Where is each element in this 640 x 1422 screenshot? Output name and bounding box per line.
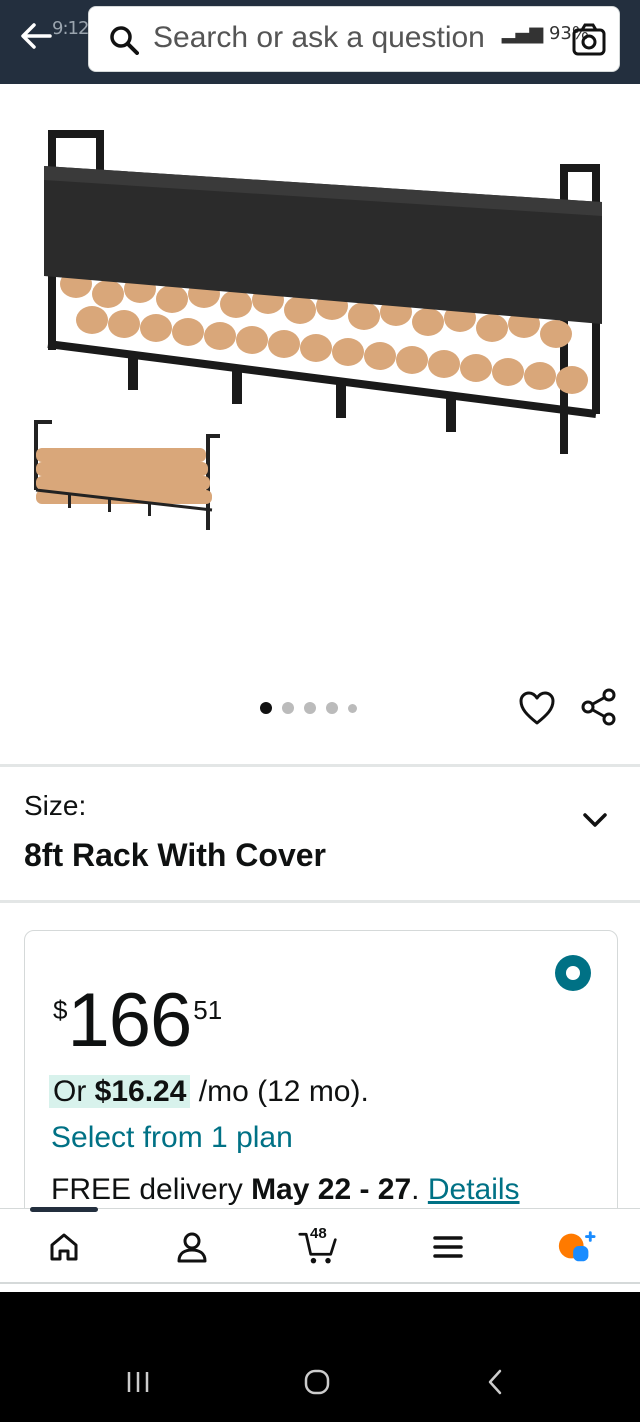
back-arrow-icon bbox=[21, 23, 52, 49]
search-icon bbox=[110, 26, 139, 55]
carousel-dot[interactable] bbox=[348, 703, 357, 713]
delivery-prefix: FREE delivery bbox=[51, 1173, 243, 1206]
signal-icon: ▂▄▆ bbox=[501, 23, 544, 44]
share-icon[interactable] bbox=[580, 688, 618, 726]
size-value: 8ft Rack With Cover bbox=[24, 837, 326, 873]
chevron-down-icon[interactable] bbox=[580, 806, 610, 834]
carousel-dot[interactable] bbox=[282, 702, 294, 714]
delivery-date: May 22 - 27 bbox=[251, 1173, 412, 1206]
rufus-icon bbox=[558, 1231, 596, 1262]
menu-icon bbox=[433, 1236, 463, 1258]
price-card[interactable]: $ 166 51 Or $16.24 /mo (12 mo). Select f… bbox=[24, 930, 618, 1230]
radio-dot bbox=[566, 966, 580, 980]
size-label: Size: bbox=[24, 790, 87, 821]
search-input[interactable]: Search or ask a question ▂▄▆ 93% bbox=[88, 6, 620, 72]
active-tab-indicator bbox=[30, 1207, 98, 1212]
installment-offer: Or $16.24 /mo (12 mo). bbox=[49, 1075, 369, 1109]
camera-icon[interactable] bbox=[571, 23, 607, 57]
account-icon bbox=[177, 1232, 207, 1263]
delivery-separator: . bbox=[411, 1173, 420, 1206]
carousel-dot[interactable] bbox=[260, 702, 272, 714]
product-image[interactable] bbox=[36, 124, 616, 464]
section-divider bbox=[0, 900, 640, 903]
carousel-dot[interactable] bbox=[326, 702, 338, 714]
heart-icon[interactable] bbox=[518, 690, 556, 726]
nav-home[interactable] bbox=[44, 1227, 84, 1267]
product-gallery[interactable] bbox=[0, 84, 640, 760]
recent-apps-button[interactable] bbox=[118, 1362, 158, 1402]
installment-term: /mo (12 mo). bbox=[198, 1075, 369, 1108]
home-circle-icon bbox=[304, 1369, 330, 1395]
nav-menu[interactable] bbox=[428, 1227, 468, 1267]
product-thumbnail[interactable] bbox=[28, 414, 228, 534]
installment-amount: $16.24 bbox=[94, 1075, 187, 1108]
bottom-navigation: 48 bbox=[0, 1207, 640, 1284]
price-whole: 166 bbox=[67, 978, 192, 1063]
installment-or: Or bbox=[53, 1075, 87, 1108]
delivery-info: FREE delivery May 22 - 27. Details bbox=[51, 1173, 520, 1207]
price: $ 166 51 bbox=[53, 981, 222, 1061]
section-divider bbox=[0, 764, 640, 767]
system-back-button[interactable] bbox=[476, 1362, 516, 1402]
home-system-button[interactable] bbox=[297, 1362, 337, 1402]
installment-highlight: Or $16.24 bbox=[49, 1075, 191, 1108]
system-navigation-bar bbox=[0, 1292, 640, 1422]
carousel-dot[interactable] bbox=[304, 702, 316, 714]
select-plan-link[interactable]: Select from 1 plan bbox=[51, 1121, 293, 1155]
search-placeholder: Search or ask a question bbox=[153, 21, 485, 54]
cart-count: 48 bbox=[310, 1225, 327, 1242]
price-currency: $ bbox=[53, 995, 68, 1025]
price-fraction: 51 bbox=[193, 995, 223, 1025]
status-time: 9:12 bbox=[52, 18, 89, 39]
nav-rufus[interactable] bbox=[556, 1227, 596, 1267]
nav-account[interactable] bbox=[172, 1227, 212, 1267]
recent-apps-icon bbox=[127, 1372, 149, 1392]
purchase-option-radio[interactable] bbox=[555, 955, 591, 991]
top-bar: 9:12 Search or ask a question ▂▄▆ 93% bbox=[0, 0, 640, 84]
chevron-left-icon bbox=[488, 1369, 502, 1395]
image-carousel-dots[interactable] bbox=[260, 702, 357, 714]
home-icon bbox=[50, 1233, 78, 1261]
delivery-details-link[interactable]: Details bbox=[428, 1173, 520, 1206]
